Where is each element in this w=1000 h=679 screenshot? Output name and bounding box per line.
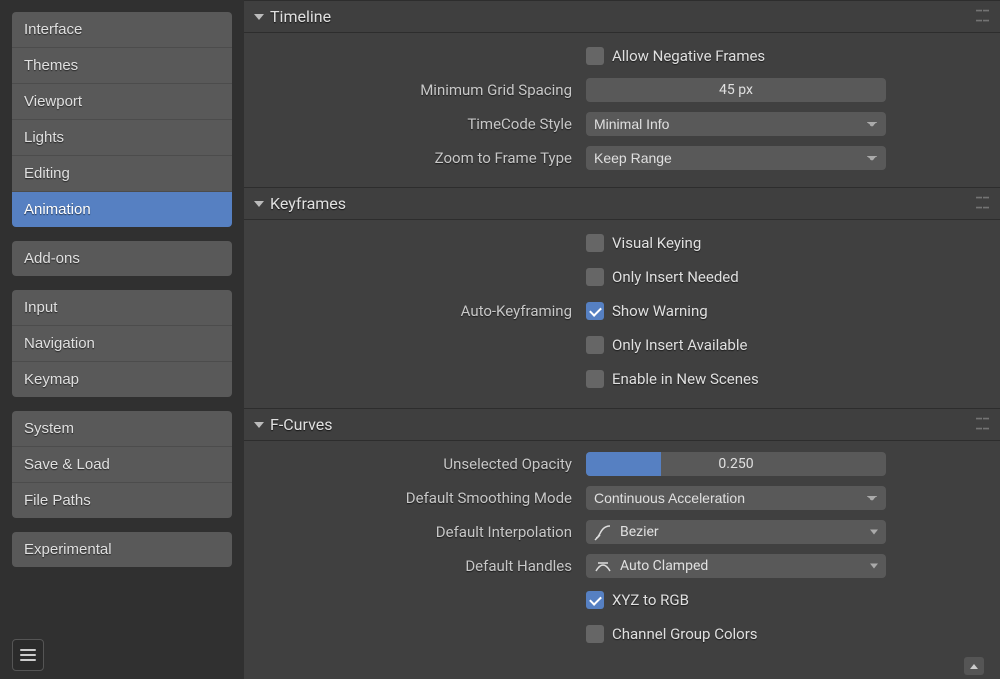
default-interpolation-value: Bezier	[620, 524, 659, 540]
sidebar-item-viewport[interactable]: Viewport	[12, 83, 232, 119]
default-smoothing-label: Default Smoothing Mode	[406, 489, 572, 507]
sidebar-item-interface[interactable]: Interface	[12, 12, 232, 47]
grip-icon[interactable]: ┅┅┅┅	[976, 8, 990, 26]
sidebar-item-save-load[interactable]: Save & Load	[12, 446, 232, 482]
sidebar-group-3: Input Navigation Keymap	[12, 290, 232, 397]
section-body-timeline: Allow Negative Frames Minimum Grid Spaci…	[244, 33, 1000, 187]
channel-group-colors-label: Channel Group Colors	[612, 625, 758, 643]
chevron-down-icon	[870, 564, 878, 569]
section-title: Timeline	[270, 7, 331, 26]
disclosure-triangle-icon	[254, 14, 264, 20]
sidebar-item-themes[interactable]: Themes	[12, 47, 232, 83]
sidebar-item-input[interactable]: Input	[12, 290, 232, 325]
sidebar-group-2: Add-ons	[12, 241, 232, 276]
sidebar-item-addons[interactable]: Add-ons	[12, 241, 232, 276]
allow-negative-frames-checkbox[interactable]	[586, 47, 604, 65]
xyz-to-rgb-label: XYZ to RGB	[612, 591, 689, 609]
enable-in-new-scenes-label: Enable in New Scenes	[612, 370, 759, 388]
disclosure-triangle-icon	[254, 201, 264, 207]
sidebar-group-4: System Save & Load File Paths	[12, 411, 232, 518]
grip-icon[interactable]: ┅┅┅┅	[976, 416, 990, 434]
hamburger-menu-button[interactable]	[12, 639, 44, 671]
min-grid-spacing-label: Minimum Grid Spacing	[420, 81, 572, 99]
channel-group-colors-checkbox[interactable]	[586, 625, 604, 643]
bezier-curve-icon	[594, 523, 612, 541]
default-interpolation-label: Default Interpolation	[436, 523, 572, 541]
unselected-opacity-slider[interactable]: 0.250	[586, 452, 886, 476]
disclosure-triangle-icon	[254, 422, 264, 428]
sidebar-group-5: Experimental	[12, 532, 232, 567]
section-title: F-Curves	[270, 415, 332, 434]
section-title: Keyframes	[270, 194, 346, 213]
allow-negative-frames-label: Allow Negative Frames	[612, 47, 765, 65]
sidebar-group-1: Interface Themes Viewport Lights Editing…	[12, 12, 232, 227]
section-header-timeline[interactable]: Timeline ┅┅┅┅	[244, 0, 1000, 33]
auto-clamped-handle-icon	[594, 557, 612, 575]
show-warning-label: Show Warning	[612, 302, 708, 320]
sidebar-item-animation[interactable]: Animation	[12, 191, 232, 227]
sidebar-item-editing[interactable]: Editing	[12, 155, 232, 191]
grip-icon[interactable]: ┅┅┅┅	[976, 195, 990, 213]
enable-in-new-scenes-checkbox[interactable]	[586, 370, 604, 388]
sidebar-item-navigation[interactable]: Navigation	[12, 325, 232, 361]
zoom-to-frame-type-label: Zoom to Frame Type	[435, 149, 572, 167]
visual-keying-checkbox[interactable]	[586, 234, 604, 252]
scroll-up-button[interactable]	[964, 657, 984, 675]
unselected-opacity-label: Unselected Opacity	[443, 455, 572, 473]
only-insert-needed-label: Only Insert Needed	[612, 268, 739, 286]
sidebar-item-file-paths[interactable]: File Paths	[12, 482, 232, 518]
sidebar-item-keymap[interactable]: Keymap	[12, 361, 232, 397]
section-body-keyframes: Visual Keying Only Insert Needed Auto-Ke…	[244, 220, 1000, 408]
preferences-sidebar: Interface Themes Viewport Lights Editing…	[0, 0, 244, 679]
visual-keying-label: Visual Keying	[612, 234, 701, 252]
only-insert-available-checkbox[interactable]	[586, 336, 604, 354]
default-handles-label: Default Handles	[465, 557, 572, 575]
hamburger-icon	[19, 648, 37, 662]
chevron-down-icon	[870, 530, 878, 535]
show-warning-checkbox[interactable]	[586, 302, 604, 320]
auto-keyframing-label: Auto-Keyframing	[461, 302, 572, 320]
only-insert-needed-checkbox[interactable]	[586, 268, 604, 286]
sidebar-item-system[interactable]: System	[12, 411, 232, 446]
slider-value: 0.250	[586, 452, 886, 476]
default-handles-select[interactable]: Auto Clamped	[586, 554, 886, 578]
xyz-to-rgb-checkbox[interactable]	[586, 591, 604, 609]
default-smoothing-select[interactable]: Continuous Acceleration	[586, 486, 886, 510]
sidebar-item-lights[interactable]: Lights	[12, 119, 232, 155]
section-header-fcurves[interactable]: F-Curves ┅┅┅┅	[244, 408, 1000, 441]
min-grid-spacing-field[interactable]: 45 px	[586, 78, 886, 102]
section-header-keyframes[interactable]: Keyframes ┅┅┅┅	[244, 187, 1000, 220]
default-handles-value: Auto Clamped	[620, 558, 708, 574]
sidebar-item-experimental[interactable]: Experimental	[12, 532, 232, 567]
section-body-fcurves: Unselected Opacity 0.250 Default Smoothi…	[244, 441, 1000, 663]
only-insert-available-label: Only Insert Available	[612, 336, 747, 354]
timecode-style-select[interactable]: Minimal Info	[586, 112, 886, 136]
timecode-style-label: TimeCode Style	[467, 115, 572, 133]
preferences-main: Timeline ┅┅┅┅ Allow Negative Frames Mini…	[244, 0, 1000, 679]
zoom-to-frame-type-select[interactable]: Keep Range	[586, 146, 886, 170]
default-interpolation-select[interactable]: Bezier	[586, 520, 886, 544]
